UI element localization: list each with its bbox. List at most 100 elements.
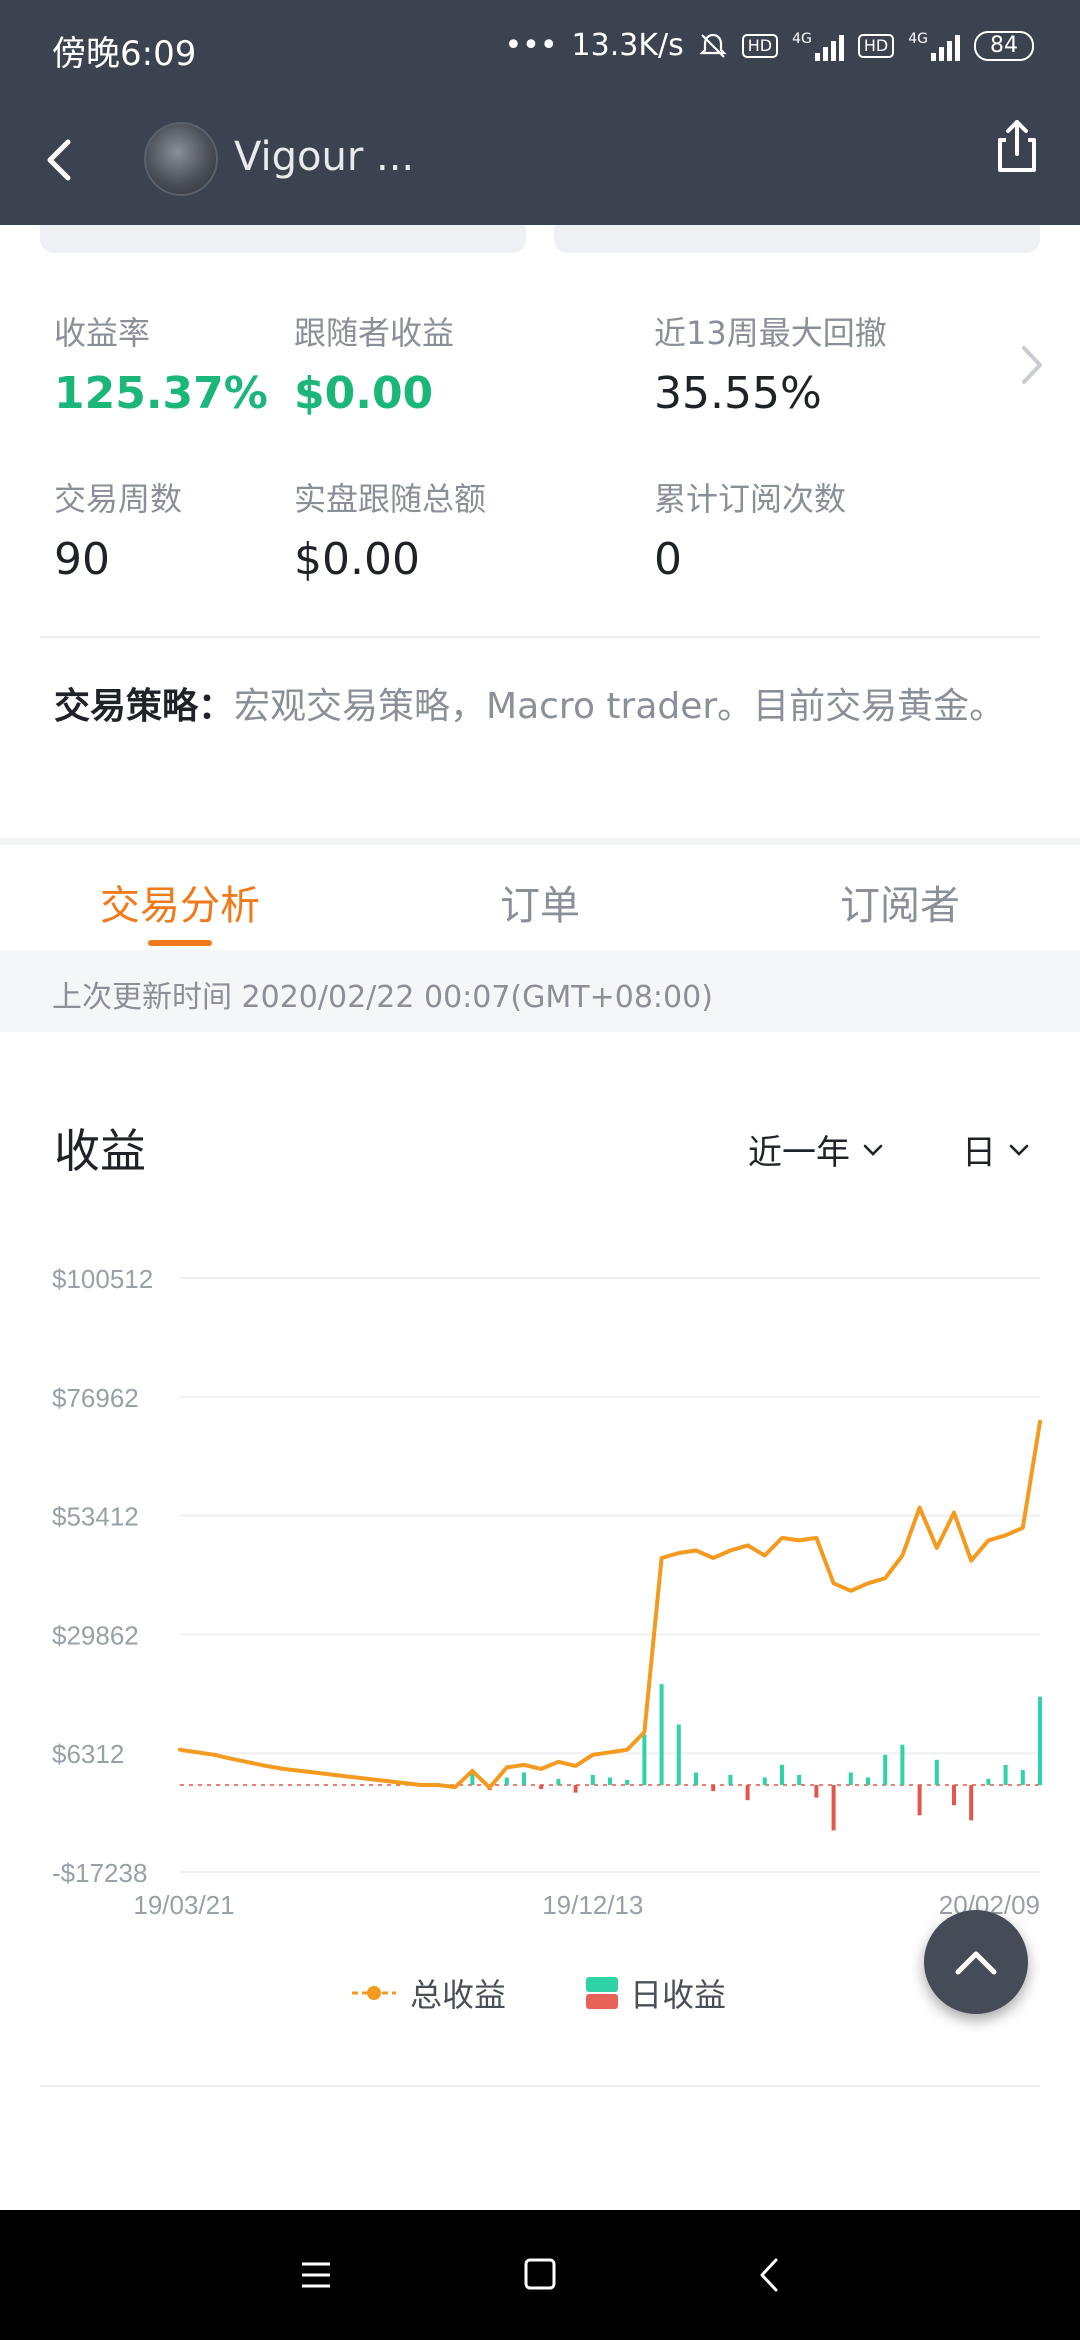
range-select-value: 近一年 bbox=[748, 1133, 850, 1173]
y-tick-label: $29862 bbox=[52, 1620, 139, 1650]
daily-profit-bar bbox=[934, 1759, 939, 1786]
hd-badge-1: HD bbox=[741, 33, 779, 58]
daily-profit-bar bbox=[539, 1785, 544, 1790]
chevron-right-icon[interactable] bbox=[1012, 340, 1052, 390]
daily-profit-bar bbox=[625, 1779, 630, 1786]
strategy-label: 交易策略： bbox=[54, 686, 235, 727]
legend-daily-profit-label: 日收益 bbox=[630, 1976, 727, 2014]
tab-trade-analysis[interactable]: 交易分析 bbox=[0, 873, 360, 931]
stat-return-rate: 收益率 125.37% bbox=[54, 314, 268, 419]
home-icon[interactable] bbox=[522, 2250, 558, 2300]
daily-profit-bar bbox=[814, 1785, 819, 1798]
app-bar: Vigour ... bbox=[0, 100, 1080, 225]
scroll-to-top-button[interactable] bbox=[924, 1910, 1028, 2014]
daily-profit-bar bbox=[711, 1785, 716, 1792]
daily-profit-bar bbox=[659, 1684, 664, 1786]
daily-profit-bar bbox=[504, 1777, 509, 1786]
next-section-peek bbox=[54, 2190, 454, 2210]
daily-profit-bar bbox=[1003, 1764, 1008, 1786]
daily-profit-bar bbox=[522, 1772, 526, 1786]
y-tick-label: $6312 bbox=[52, 1739, 124, 1769]
period-select-value: 日 bbox=[962, 1133, 996, 1173]
daily-profit-bar bbox=[848, 1772, 853, 1786]
dots-icon: ••• bbox=[504, 28, 558, 63]
daily-profit-bar bbox=[797, 1774, 802, 1786]
daily-profit-bar bbox=[866, 1777, 870, 1786]
back-arrow-icon[interactable] bbox=[30, 130, 90, 190]
daily-profit-bar bbox=[573, 1785, 578, 1793]
chart-title: 收益 bbox=[54, 1124, 146, 1178]
status-indicators: ••• 13.3K/s HD 4G HD 4G 84 bbox=[504, 28, 1034, 63]
top-bar: 傍晚6:09 ••• 13.3K/s HD 4G HD 4G 84 Vigour… bbox=[0, 0, 1080, 225]
daily-profit-bar bbox=[676, 1724, 681, 1786]
total-profit-line bbox=[178, 1419, 1042, 1790]
daily-profit-bar bbox=[556, 1778, 561, 1786]
daily-profit-bar bbox=[608, 1777, 612, 1786]
daily-profit-bar bbox=[745, 1785, 750, 1801]
last-updated-banner: 上次更新时间 2020/02/22 00:07(GMT+08:00) bbox=[0, 950, 1080, 1032]
stat-max-drawdown[interactable]: 近13周最大回撤 35.55% bbox=[654, 308, 887, 419]
profit-chart: $100512$76962$53412$29862$6312-$1723819/… bbox=[52, 1264, 1042, 1920]
daily-profit-bar bbox=[590, 1774, 595, 1786]
back-nav-icon[interactable] bbox=[752, 2250, 788, 2300]
mute-bell-icon bbox=[699, 33, 727, 58]
daily-profit-bar bbox=[831, 1785, 836, 1831]
daily-profit-bar bbox=[883, 1754, 888, 1786]
x-tick-label: 19/12/13 bbox=[542, 1890, 643, 1920]
divider bbox=[40, 2085, 1040, 2087]
battery-icon: 84 bbox=[974, 30, 1034, 61]
legend-daily-profit: 日收益 bbox=[586, 1970, 726, 2016]
y-tick-label: -$17238 bbox=[52, 1858, 147, 1888]
legend-total-profit-label: 总收益 bbox=[410, 1976, 507, 2014]
active-tab-indicator bbox=[148, 940, 212, 946]
avatar[interactable] bbox=[144, 122, 218, 196]
stat-follower-profit: 跟随者收益 $0.00 bbox=[294, 314, 455, 419]
daily-profit-bar bbox=[694, 1772, 698, 1786]
tab-orders[interactable]: 订单 bbox=[360, 873, 720, 931]
daily-profit-bar bbox=[900, 1744, 905, 1786]
legend-total-profit: 总收益 bbox=[350, 1970, 506, 2016]
daily-profit-bar bbox=[986, 1778, 991, 1786]
y-tick-label: $53412 bbox=[52, 1502, 139, 1532]
network-speed: 13.3K/s bbox=[571, 28, 684, 63]
summary-card-right bbox=[554, 225, 1040, 253]
bar-legend-icon bbox=[586, 1977, 618, 2009]
divider bbox=[40, 636, 1040, 638]
stat-follow-total: 实盘跟随总额 $0.00 bbox=[294, 480, 487, 585]
stat-trade-weeks: 交易周数 90 bbox=[54, 480, 183, 585]
strategy-description: 宏观交易策略，Macro trader。目前交易黄金。 bbox=[234, 686, 1006, 727]
chevron-up-icon bbox=[955, 1951, 997, 1975]
last-updated-text: 上次更新时间 2020/02/22 00:07(GMT+08:00) bbox=[52, 980, 713, 1015]
daily-profit-bar bbox=[642, 1734, 647, 1786]
signal-icon-1: 4G bbox=[792, 31, 844, 61]
signal-icon-2: 4G bbox=[908, 31, 960, 61]
daily-profit-bar bbox=[1020, 1769, 1025, 1786]
period-select[interactable]: 日 bbox=[962, 1125, 1032, 1174]
hd-badge-2: HD bbox=[857, 33, 895, 58]
system-nav-bar bbox=[0, 2210, 1080, 2340]
share-icon[interactable] bbox=[984, 114, 1050, 180]
tab-bar: 交易分析 订单 订阅者 bbox=[0, 845, 1080, 950]
daily-profit-bar bbox=[780, 1764, 784, 1786]
status-bar: 傍晚6:09 ••• 13.3K/s HD 4G HD 4G 84 bbox=[0, 0, 1080, 100]
y-tick-label: $100512 bbox=[52, 1264, 153, 1294]
daily-profit-bar bbox=[917, 1785, 922, 1816]
y-tick-label: $76962 bbox=[52, 1383, 139, 1413]
status-time: 傍晚6:09 bbox=[52, 34, 197, 74]
daily-profit-bar bbox=[1038, 1696, 1042, 1786]
chevron-down-icon bbox=[1009, 1144, 1029, 1156]
line-legend-icon bbox=[352, 1986, 396, 2000]
strategy-text: 交易策略：宏观交易策略，Macro trader。目前交易黄金。 bbox=[54, 670, 1014, 744]
cards-strip bbox=[0, 225, 1080, 255]
range-select[interactable]: 近一年 bbox=[748, 1125, 886, 1174]
summary-card-left bbox=[40, 225, 526, 253]
trader-name: Vigour ... bbox=[234, 134, 415, 180]
x-tick-label: 19/03/21 bbox=[133, 1890, 234, 1920]
daily-profit-bar bbox=[969, 1785, 974, 1821]
chevron-down-icon bbox=[863, 1144, 883, 1156]
menu-icon[interactable] bbox=[298, 2250, 334, 2300]
daily-profit-bar bbox=[952, 1785, 956, 1806]
daily-profit-bar bbox=[762, 1777, 767, 1786]
daily-profit-bar bbox=[728, 1774, 733, 1786]
tab-subscribers[interactable]: 订阅者 bbox=[720, 873, 1080, 931]
